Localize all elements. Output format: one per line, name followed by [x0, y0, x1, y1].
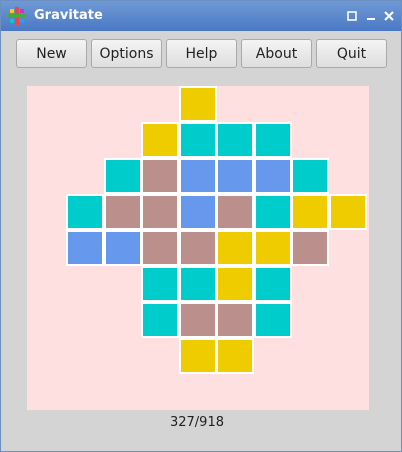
tile-yellow[interactable] [178, 338, 217, 374]
tile-cyan[interactable] [253, 266, 292, 302]
tile-yellow[interactable] [216, 230, 254, 266]
gravitate-window: Gravitate New Options Help About Quit 32… [0, 0, 402, 452]
tile-yellow[interactable] [291, 194, 329, 230]
tile-cyan[interactable] [216, 122, 254, 158]
app-icon [8, 7, 26, 25]
minimize-icon[interactable] [365, 10, 377, 22]
tile-blue[interactable] [216, 158, 254, 194]
tile-blue[interactable] [178, 194, 217, 230]
options-button[interactable]: Options [91, 39, 162, 68]
tile-mauve[interactable] [103, 194, 142, 230]
close-icon[interactable] [383, 10, 395, 22]
score-label: 327/918 [169, 415, 224, 430]
tile-mauve[interactable] [141, 194, 179, 230]
new-button[interactable]: New [16, 39, 87, 68]
tile-mauve[interactable] [178, 230, 217, 266]
title-bar[interactable]: Gravitate [1, 1, 401, 31]
tile-cyan[interactable] [178, 122, 217, 158]
tile-mauve[interactable] [178, 302, 217, 338]
tile-yellow[interactable] [216, 338, 254, 374]
tile-cyan[interactable] [253, 122, 292, 158]
tile-yellow[interactable] [178, 86, 217, 122]
tile-cyan[interactable] [66, 194, 104, 230]
tile-yellow[interactable] [328, 194, 367, 230]
window-title: Gravitate [34, 8, 103, 23]
quit-button[interactable]: Quit [316, 39, 387, 68]
maximize-icon[interactable] [346, 10, 358, 22]
tile-cyan[interactable] [141, 302, 179, 338]
tile-mauve[interactable] [141, 158, 179, 194]
tile-mauve[interactable] [216, 302, 254, 338]
tile-cyan[interactable] [103, 158, 142, 194]
tile-cyan[interactable] [291, 158, 329, 194]
about-button[interactable]: About [241, 39, 312, 68]
tile-cyan[interactable] [178, 266, 217, 302]
help-button[interactable]: Help [166, 39, 237, 68]
game-board[interactable] [27, 86, 369, 410]
tile-mauve[interactable] [141, 230, 179, 266]
tile-blue[interactable] [178, 158, 217, 194]
tile-cyan[interactable] [141, 266, 179, 302]
tile-yellow[interactable] [141, 122, 179, 158]
tile-mauve[interactable] [216, 194, 254, 230]
tile-yellow[interactable] [253, 230, 292, 266]
tile-cyan[interactable] [253, 194, 292, 230]
tile-yellow[interactable] [216, 266, 254, 302]
tile-blue[interactable] [66, 230, 104, 266]
tile-blue[interactable] [253, 158, 292, 194]
tile-mauve[interactable] [291, 230, 329, 266]
tile-cyan[interactable] [253, 302, 292, 338]
tile-blue[interactable] [103, 230, 142, 266]
